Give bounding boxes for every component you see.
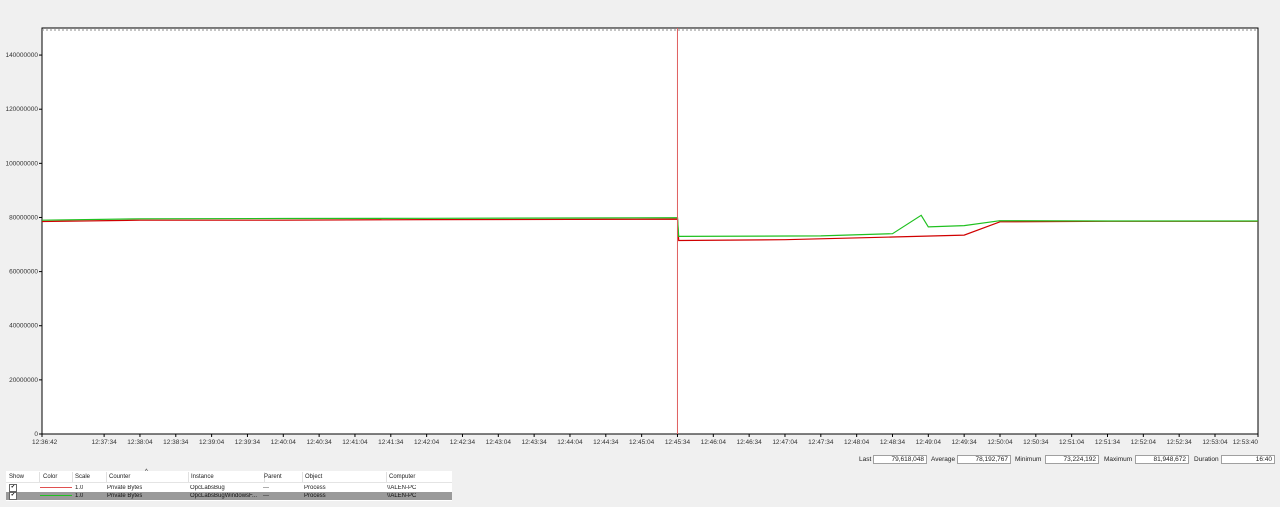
counter-cell: Private Bytes	[107, 493, 143, 499]
x-tick-label: 12:41:34	[378, 439, 404, 446]
x-tick-label: 12:39:04	[199, 439, 225, 446]
y-tick-label: 80000000	[9, 214, 38, 221]
x-tick-label: 12:52:34	[1167, 439, 1193, 446]
x-tick-label: 12:50:04	[987, 439, 1013, 446]
y-tick-label: 60000000	[9, 269, 38, 276]
legend-row[interactable]: ✔ 1.0 Private Bytes OpcLabsBug --- Proce…	[6, 484, 452, 492]
y-tick-label: 120000000	[5, 106, 38, 113]
y-tick-label: 0	[34, 431, 38, 438]
line-chart[interactable]: 0 20000000 40000000 60000000 80000000 1000000…	[0, 0, 1280, 452]
header-counter[interactable]: Counter	[109, 474, 130, 480]
x-tick-label: 12:50:34	[1023, 439, 1049, 446]
average-value: 78,192,767	[957, 455, 1011, 464]
counter-legend-table[interactable]: Show Color Scale Counter ^ Instance Pare…	[6, 469, 452, 501]
duration-value: 16:40	[1221, 455, 1275, 464]
series-color-swatch	[40, 487, 72, 488]
counter-cell: Private Bytes	[107, 485, 143, 491]
x-tick-label: 12:39:34	[235, 439, 261, 446]
x-tick-label: 12:43:04	[486, 439, 512, 446]
x-tick-label: 12:46:34	[736, 439, 762, 446]
instance-cell: OpcLabsBug	[190, 485, 225, 491]
header-object[interactable]: Object	[305, 474, 322, 480]
x-tick-label: 12:51:34	[1095, 439, 1121, 446]
x-tick-label: 12:38:04	[127, 439, 153, 446]
x-tick-label: 12:44:34	[593, 439, 619, 446]
x-tick-label: 12:42:04	[414, 439, 440, 446]
header-show[interactable]: Show	[9, 474, 24, 480]
performance-graph[interactable]: 0 20000000 40000000 60000000 80000000 1000000…	[0, 0, 1280, 452]
header-scale[interactable]: Scale	[75, 474, 90, 480]
last-label: Last	[859, 456, 872, 463]
statistics-bar: Last 79,618,048 Average 78,192,767 Minim…	[0, 454, 1280, 466]
legend-row-selected[interactable]: ✔ 1.0 Private Bytes OpcLabsBugWindowsF..…	[6, 492, 452, 500]
duration-label: Duration	[1194, 456, 1219, 463]
y-tick-label: 100000000	[5, 160, 38, 167]
object-cell: Process	[304, 485, 326, 491]
object-cell: Process	[304, 493, 326, 499]
x-tick-label: 12:49:04	[916, 439, 942, 446]
header-color[interactable]: Color	[43, 474, 57, 480]
series-color-swatch	[40, 495, 72, 496]
x-tick-label: 12:41:04	[342, 439, 368, 446]
minimum-label: Minimum	[1015, 456, 1042, 463]
y-tick-label: 140000000	[5, 52, 38, 59]
show-checkbox[interactable]: ✔	[9, 492, 17, 500]
y-tick-label: 40000000	[9, 323, 38, 330]
last-value: 79,618,048	[873, 455, 927, 464]
x-tick-label: 12:42:34	[450, 439, 476, 446]
x-tick-label: 12:46:04	[701, 439, 727, 446]
x-tick-label: 12:44:04	[557, 439, 583, 446]
header-parent[interactable]: Parent	[264, 474, 282, 480]
legend-header-row: Show Color Scale Counter ^ Instance Pare…	[6, 469, 452, 483]
x-tick-label: 12:47:34	[808, 439, 834, 446]
scale-cell: 1.0	[75, 485, 84, 491]
x-tick-label: 12:52:04	[1131, 439, 1157, 446]
x-tick-label: 12:53:40	[1233, 439, 1259, 446]
maximum-label: Maximum	[1104, 456, 1133, 463]
parent-cell: ---	[263, 485, 269, 491]
sort-arrow-icon: ^	[145, 469, 148, 475]
header-computer[interactable]: Computer	[389, 474, 415, 480]
x-tick-label: 12:53:04	[1202, 439, 1228, 446]
header-instance[interactable]: Instance	[191, 474, 214, 480]
x-tick-label: 12:36:42	[32, 439, 58, 446]
scale-cell: 1.0	[75, 493, 84, 499]
x-tick-label: 12:48:34	[880, 439, 906, 446]
instance-cell: OpcLabsBugWindowsF...	[190, 493, 258, 499]
maximum-value: 81,948,672	[1135, 455, 1189, 464]
x-tick-label: 12:43:34	[521, 439, 547, 446]
average-label: Average	[931, 456, 956, 463]
x-tick-label: 12:40:04	[271, 439, 297, 446]
x-tick-label: 12:37:34	[91, 439, 117, 446]
x-tick-label: 12:47:04	[772, 439, 798, 446]
x-tick-label: 12:38:34	[163, 439, 189, 446]
computer-cell: \\ALEN-PC	[387, 493, 417, 499]
x-tick-label: 12:49:34	[951, 439, 977, 446]
y-tick-label: 20000000	[9, 377, 38, 384]
plot-area	[41, 27, 1259, 435]
computer-cell: \\ALEN-PC	[387, 485, 417, 491]
x-tick-label: 12:51:04	[1059, 439, 1085, 446]
x-tick-label: 12:45:04	[629, 439, 655, 446]
x-tick-label: 12:48:04	[844, 439, 870, 446]
x-tick-label: 12:45:34	[665, 439, 691, 446]
parent-cell: ---	[263, 493, 269, 499]
x-tick-label: 12:40:34	[306, 439, 332, 446]
show-checkbox[interactable]: ✔	[9, 484, 17, 492]
minimum-value: 73,224,192	[1045, 455, 1099, 464]
